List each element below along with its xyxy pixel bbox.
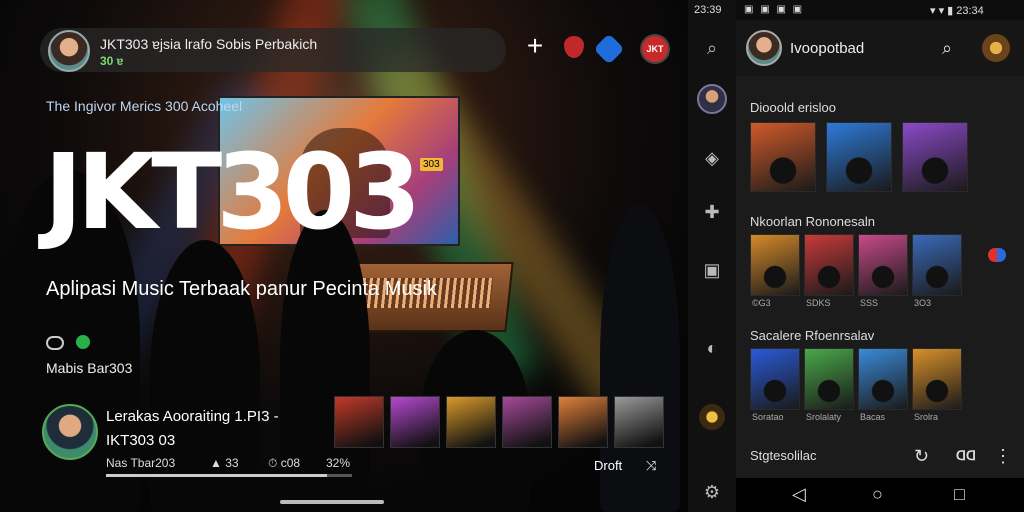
album-cover[interactable] — [858, 234, 908, 296]
album-cover[interactable] — [912, 234, 962, 296]
album-caption: Soratao — [752, 412, 784, 422]
status-dot-icon — [76, 335, 90, 349]
status-clock: ▾ ▾ ▮ 23:34 — [930, 5, 984, 17]
rail-avatar[interactable] — [697, 84, 727, 114]
avatar[interactable] — [746, 30, 782, 66]
shuffle-icon[interactable]: ⤨ — [646, 458, 656, 474]
profile-button[interactable]: JKT — [640, 34, 670, 64]
app-label: Mabis Bar303 — [46, 360, 133, 376]
track-thumbnail[interactable] — [446, 396, 496, 448]
album-caption: ©G3 — [752, 298, 771, 308]
disc-icon[interactable] — [699, 404, 725, 430]
cast-icon[interactable]: ᗡᗡ — [956, 448, 976, 464]
recents-icon[interactable]: □ — [954, 484, 965, 505]
play-count-value: 33 — [225, 456, 239, 470]
share-icon[interactable]: ↻ — [914, 446, 929, 467]
brand-title: JKT303 — [44, 131, 421, 253]
track-thumbnail[interactable] — [390, 396, 440, 448]
album-cover[interactable] — [750, 348, 800, 410]
album-caption: Srolalaty — [806, 412, 842, 422]
album-caption: Bacas — [860, 412, 886, 422]
track-thumbnail[interactable] — [614, 396, 664, 448]
play-count: ▲ 33 — [210, 456, 239, 470]
more-icon[interactable]: ⋮ — [994, 446, 1012, 467]
album-cover[interactable] — [804, 348, 854, 410]
percent-label: 32% — [326, 456, 351, 470]
album-caption: SSS — [860, 298, 879, 308]
progress-fill — [106, 474, 328, 477]
album-caption: SDKS — [806, 298, 831, 308]
album-caption: Srolra — [914, 412, 939, 422]
user-avatar[interactable] — [982, 34, 1010, 62]
track-thumbnail[interactable] — [558, 396, 608, 448]
search-icon[interactable]: ⌕ — [700, 36, 724, 60]
status-icons: ▣ ▣ ▣ ▣ — [744, 4, 805, 15]
album-cover[interactable] — [804, 234, 854, 296]
album-caption: 3O3 — [914, 298, 932, 308]
panel-title: Ivoopotbad — [790, 40, 865, 57]
home-indicator[interactable] — [280, 500, 384, 504]
brand-badge: 303 — [420, 158, 443, 171]
library-icon[interactable]: ▣ — [700, 258, 724, 282]
now-playing-artist: IKT303 03 — [106, 432, 176, 449]
album-cover[interactable] — [912, 348, 962, 410]
location-icon[interactable]: ◈ — [700, 146, 724, 170]
back-icon[interactable]: ◁ — [792, 484, 806, 505]
section-title: Diooold erisloo — [750, 100, 836, 115]
extension-icon[interactable]: ✚ — [700, 200, 724, 224]
album-cover[interactable] — [750, 122, 816, 192]
album-cover[interactable] — [826, 122, 892, 192]
chat-icon[interactable]: ◐ — [700, 336, 724, 360]
album-cover[interactable] — [750, 234, 800, 296]
hero-subtitle: Aplipasi Music Terbaak panur Pecinta Mus… — [46, 278, 437, 300]
settings-icon[interactable]: ⚙ — [700, 480, 724, 504]
album-cover[interactable] — [902, 122, 968, 192]
hero-tagline: The Ingivor Merics 300 Acoheel — [46, 98, 243, 114]
duration: ⏱ c08 — [268, 456, 301, 470]
side-rail — [688, 0, 736, 512]
action-button[interactable]: Droft — [594, 458, 622, 473]
now-playing-title: Lerakas Aooraiting 1.PI3 - — [106, 408, 279, 425]
rail-clock: 23:39 — [694, 4, 722, 16]
toggle-icon[interactable] — [988, 248, 1006, 262]
add-button[interactable]: + — [522, 32, 548, 60]
app-root: JKT303 ɐjsia lrafo Sobis Perbakich 30 ɐ … — [0, 0, 1024, 512]
album-cover[interactable] — [858, 348, 908, 410]
track-thumbnail[interactable] — [502, 396, 552, 448]
home-icon[interactable]: ○ — [872, 484, 883, 505]
thumbnail-strip — [334, 396, 666, 450]
avatar[interactable] — [48, 30, 90, 72]
section-title: Sacalere Rfoenrsalav — [750, 328, 875, 343]
duration-value: c08 — [280, 456, 301, 470]
now-playing-meta: Nas Tbar203 — [106, 456, 176, 470]
progress-bar[interactable] — [106, 474, 352, 477]
now-playing-avatar[interactable] — [42, 404, 98, 460]
top-subtitle: 30 ɐ — [100, 54, 124, 68]
panel-footer: Stgtesolilac — [750, 448, 817, 463]
track-thumbnail[interactable] — [334, 396, 384, 448]
top-title: JKT303 ɐjsia lrafo Sobis Perbakich — [100, 36, 318, 52]
link-icon[interactable] — [46, 336, 64, 350]
section-title: Nkoorlan Rononesaln — [750, 214, 876, 229]
search-icon[interactable]: ⌕ — [942, 38, 952, 59]
